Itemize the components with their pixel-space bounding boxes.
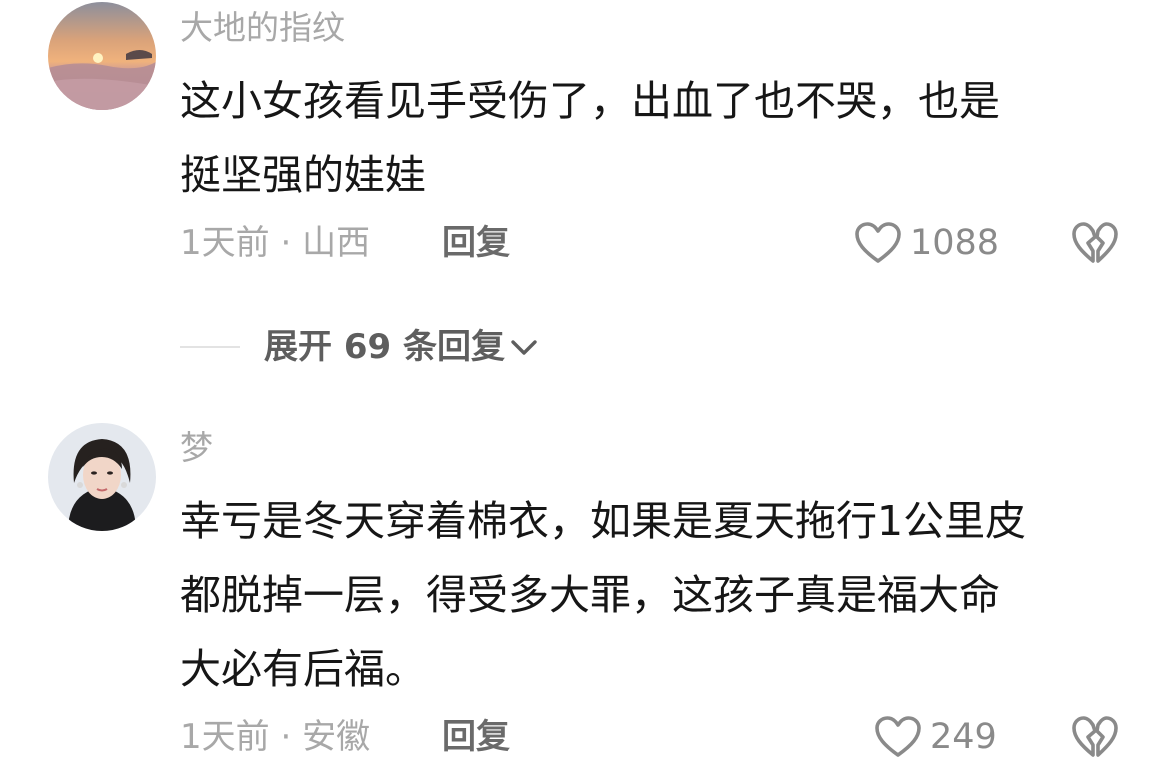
reply-button[interactable]: 回复 bbox=[442, 712, 510, 762]
heart-outline-icon bbox=[855, 222, 901, 263]
portrait-avatar-image bbox=[48, 423, 156, 531]
comment-line: 都脱掉一层，得受多大罪，这孩子真是福大命 bbox=[180, 571, 1000, 619]
like-count: 1088 bbox=[910, 223, 1000, 263]
meta-separator: · bbox=[280, 223, 292, 263]
expand-replies-label: 展开 69 条回复 bbox=[264, 327, 505, 367]
username[interactable]: 大地的指纹 bbox=[180, 8, 345, 48]
broken-heart-icon bbox=[1072, 222, 1118, 263]
expand-replies-button[interactable]: 展开 69 条回复 bbox=[264, 322, 541, 372]
comment-line: 这小女孩看见手受伤了，出血了也不哭，也是 bbox=[180, 77, 1000, 125]
avatar[interactable] bbox=[48, 2, 156, 110]
broken-heart-icon bbox=[1072, 716, 1118, 757]
location: 山西 bbox=[302, 223, 371, 263]
comment-line: 幸亏是冬天穿着棉衣，如果是夏天拖行1公里皮 bbox=[180, 497, 1027, 545]
reply-button[interactable]: 回复 bbox=[442, 218, 510, 268]
comment-line: 挺坚强的娃娃 bbox=[180, 151, 426, 199]
comment-line: 大必有后福。 bbox=[180, 645, 426, 693]
comment-text: 幸亏是冬天穿着棉衣，如果是夏天拖行1公里皮 都脱掉一层，得受多大罪，这孩子真是福… bbox=[180, 484, 1140, 706]
chevron-down-icon bbox=[511, 340, 537, 355]
divider-line bbox=[180, 346, 240, 348]
dislike-button[interactable] bbox=[1070, 712, 1120, 762]
expand-replies-row: 展开 69 条回复 bbox=[180, 322, 541, 372]
timestamp: 1天前 bbox=[180, 223, 270, 263]
comment-text: 这小女孩看见手受伤了，出血了也不哭，也是 挺坚强的娃娃 bbox=[180, 64, 1140, 212]
timestamp: 1天前 bbox=[180, 717, 270, 757]
dislike-button[interactable] bbox=[1070, 218, 1120, 268]
comment-meta: 1天前 · 山西 bbox=[180, 218, 370, 268]
comment-meta: 1天前 · 安徽 bbox=[180, 712, 370, 762]
heart-outline-icon bbox=[875, 716, 921, 757]
meta-separator: · bbox=[280, 717, 292, 757]
sunset-avatar-image bbox=[48, 2, 156, 110]
like-count: 249 bbox=[930, 717, 997, 757]
avatar[interactable] bbox=[48, 423, 156, 531]
like-button[interactable]: 249 bbox=[874, 712, 997, 762]
username[interactable]: 梦 bbox=[180, 428, 213, 468]
location: 安徽 bbox=[302, 717, 371, 757]
like-button[interactable]: 1088 bbox=[854, 218, 999, 268]
